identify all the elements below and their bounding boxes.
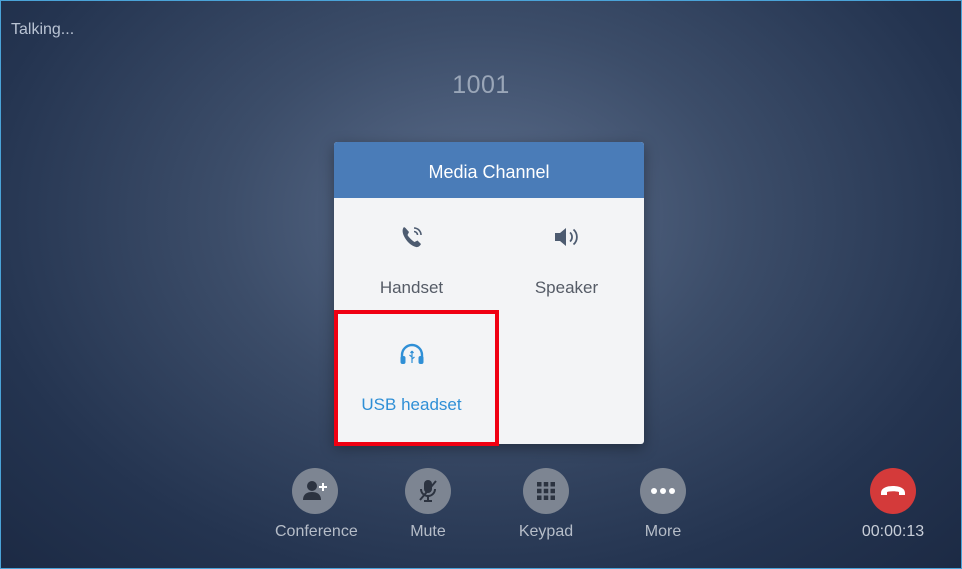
hang-up-icon xyxy=(870,468,916,514)
dialog-title: Media Channel xyxy=(334,142,644,198)
keypad-icon xyxy=(523,468,569,514)
handset-label: Handset xyxy=(379,278,444,297)
end-call-button[interactable]: 00:00:13 xyxy=(853,468,933,541)
keypad-label: Keypad xyxy=(518,523,574,540)
handset-option[interactable]: Handset xyxy=(334,198,489,313)
mute-label: Mute xyxy=(410,523,446,540)
call-duration: 00:00:13 xyxy=(861,523,925,540)
keypad-button[interactable]: Keypad xyxy=(506,468,586,541)
more-button[interactable]: More xyxy=(623,468,703,541)
speaker-icon xyxy=(489,224,644,250)
more-label: More xyxy=(644,523,682,540)
conference-label: Conference xyxy=(275,523,358,540)
mute-button[interactable]: Mute xyxy=(388,468,468,541)
speaker-option[interactable]: Speaker xyxy=(489,198,644,313)
selection-highlight xyxy=(334,310,499,446)
call-status: Talking... xyxy=(11,21,75,38)
callee-number: 1001 xyxy=(452,71,510,99)
add-person-icon xyxy=(292,468,338,514)
speaker-label: Speaker xyxy=(534,278,599,297)
handset-icon xyxy=(334,224,489,250)
call-screen: Talking... 1001 Media Channel Handset Sp… xyxy=(0,0,962,569)
more-dots-icon xyxy=(640,468,686,514)
conference-button[interactable]: Conference xyxy=(275,468,358,541)
microphone-muted-icon xyxy=(405,468,451,514)
